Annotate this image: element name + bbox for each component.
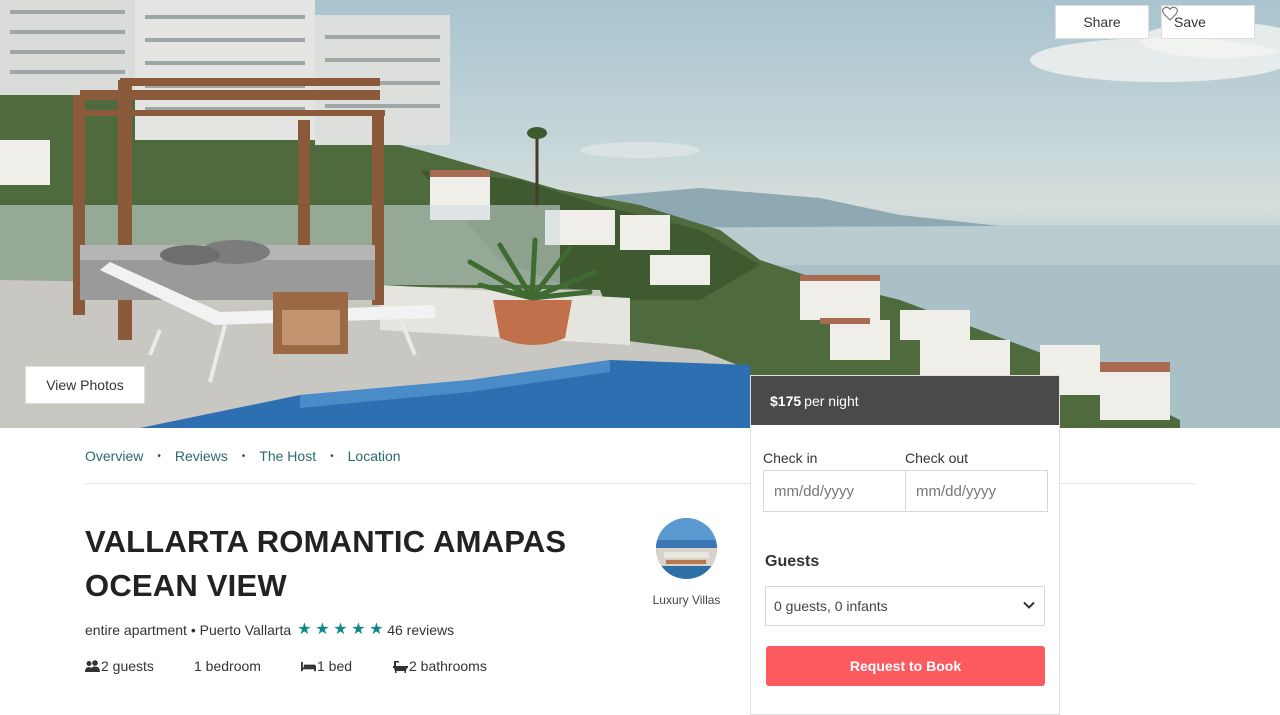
listing-type-location: entire apartment • Puerto Vallarta	[85, 622, 292, 638]
fact-bathrooms-label: 2 bathrooms	[409, 658, 487, 674]
fact-bed-label: 1 bed	[317, 658, 353, 674]
check-out-input[interactable]: mm/dd/yyyy	[905, 470, 1048, 512]
chevron-down-icon	[1023, 601, 1035, 609]
check-out-label: Check out	[905, 450, 969, 466]
nav-separator: •	[157, 450, 161, 462]
hero-scene	[0, 0, 1280, 428]
check-out-placeholder: mm/dd/yyyy	[916, 482, 997, 500]
view-photos-button[interactable]: View Photos	[25, 366, 145, 404]
fact-bed: 1 bed	[301, 658, 393, 674]
host-avatar[interactable]	[656, 518, 717, 579]
price-unit: per night	[804, 392, 859, 409]
fact-bedroom-label: 1 bedroom	[194, 658, 261, 674]
star-icon: ★	[369, 621, 384, 638]
reviews-count[interactable]: 46 reviews	[387, 622, 454, 638]
star-icon: ★	[351, 621, 366, 638]
nav-separator: •	[330, 450, 334, 462]
check-in-input[interactable]: mm/dd/yyyy	[763, 470, 906, 512]
star-icon: ★	[315, 621, 330, 638]
heart-outline-icon	[1162, 6, 1178, 21]
nav-location[interactable]: Location	[348, 448, 401, 464]
host-name[interactable]: Luxury Villas	[640, 593, 733, 607]
save-label: Save	[1174, 14, 1206, 30]
star-icon: ★	[333, 621, 348, 638]
fact-bedroom: 1 bedroom	[194, 658, 301, 674]
request-to-book-label: Request to Book	[849, 658, 962, 674]
share-label: Share	[1083, 14, 1121, 30]
hero-photo[interactable]: Share Save View Photos	[0, 0, 1280, 428]
nav-overview[interactable]: Overview	[85, 448, 143, 464]
bathtub-icon	[393, 660, 408, 673]
guests-label: Guests	[765, 553, 820, 570]
guests-select[interactable]: 0 guests, 0 infants	[765, 586, 1045, 626]
save-button[interactable]: Save	[1161, 5, 1255, 39]
fact-bathrooms: 2 bathrooms	[393, 658, 487, 674]
fact-guests: 2 guests	[85, 658, 194, 674]
host-avatar-image	[656, 518, 717, 579]
bed-icon	[301, 661, 316, 671]
listing-facts: 2 guests 1 bedroom 1 bed 2 bathrooms	[85, 658, 487, 674]
check-in-placeholder: mm/dd/yyyy	[774, 482, 855, 500]
users-icon	[85, 659, 100, 672]
view-photos-label: View Photos	[46, 377, 124, 393]
listing-meta: entire apartment • Puerto Vallarta ★ ★ ★…	[85, 621, 454, 639]
rating-stars: ★ ★ ★ ★ ★	[297, 621, 384, 638]
guests-value: 0 guests, 0 infants	[774, 598, 888, 614]
star-icon: ★	[297, 621, 312, 638]
price-header: $175 per night	[751, 376, 1059, 425]
price-amount: $175	[770, 392, 802, 409]
nav-reviews[interactable]: Reviews	[175, 448, 228, 464]
request-to-book-button[interactable]: Request to Book	[766, 646, 1045, 686]
check-in-label: Check in	[763, 450, 818, 466]
section-nav: Overview • Reviews • The Host • Location	[85, 448, 401, 464]
fact-guests-label: 2 guests	[101, 658, 154, 674]
nav-separator: •	[241, 450, 246, 462]
share-button[interactable]: Share	[1055, 5, 1149, 39]
listing-title: VALLARTA ROMANTIC AMAPAS OCEAN VIEW	[85, 524, 567, 603]
booking-card: $175 per night Check in Check out mm/dd/…	[750, 375, 1060, 715]
nav-the-host[interactable]: The Host	[259, 448, 316, 464]
